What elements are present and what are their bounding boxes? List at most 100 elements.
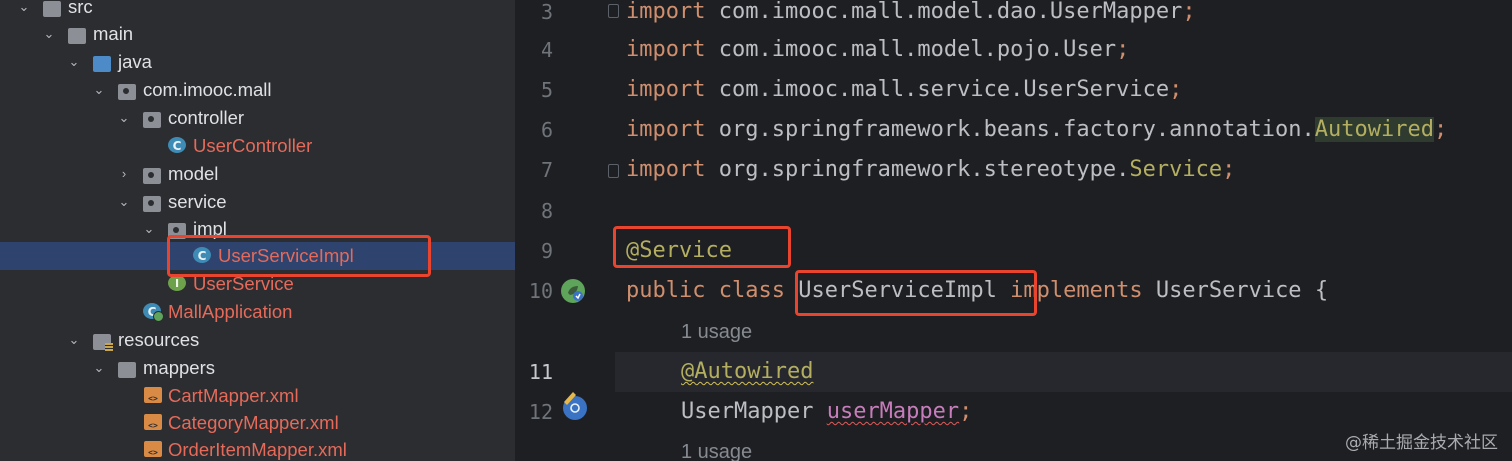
package-icon (143, 196, 161, 212)
field-name: userMapper (826, 399, 960, 424)
class-icon: C (168, 137, 186, 153)
xml-file-icon: <> (144, 387, 162, 403)
source-folder-icon (93, 56, 111, 72)
keyword-import: import (626, 157, 706, 182)
code-line-12[interactable]: UserMapper userMapper; (681, 392, 972, 432)
folder-icon (68, 28, 86, 44)
tree-item-label: CategoryMapper.xml (168, 412, 339, 433)
code-line-11[interactable]: @Autowired (681, 352, 813, 392)
open-brace: { (1314, 278, 1329, 303)
fold-marker-icon[interactable] (608, 4, 619, 18)
semicolon: ; (1116, 37, 1130, 62)
chevron-down-icon[interactable]: ⌄ (116, 104, 132, 132)
usage-hint[interactable]: 1 usage (681, 312, 752, 352)
tree-item-controller[interactable]: ⌄ controller (0, 104, 515, 132)
tree-item-label: model (168, 163, 219, 184)
xml-file-icon: <> (144, 414, 162, 430)
semicolon: ; (1433, 117, 1448, 142)
line-number: 3 (540, 0, 553, 24)
import-path: org.springframework.stereotype. (718, 157, 1130, 182)
tree-item-mappers[interactable]: ⌄ mappers (0, 354, 515, 382)
injection-icon (564, 392, 586, 419)
line-number: 6 (540, 118, 553, 142)
tree-item-main[interactable]: ⌄ main (0, 20, 515, 48)
tree-item-label: controller (168, 107, 245, 128)
line-number: 9 (540, 239, 553, 263)
package-icon (118, 84, 136, 100)
annotation-highlight-box (613, 226, 791, 268)
package-icon (143, 112, 161, 128)
chevron-down-icon[interactable]: ⌄ (141, 215, 157, 243)
keyword-import: import (626, 37, 706, 62)
tree-item-model[interactable]: › model (0, 160, 515, 188)
code-line-6[interactable]: import org.springframework.beans.factory… (626, 110, 1447, 150)
annotation-autowired: @Autowired (681, 359, 814, 384)
keyword-import: import (626, 77, 706, 102)
semicolon: ; (1182, 0, 1196, 24)
line-number: 4 (540, 38, 553, 62)
chevron-down-icon[interactable]: ⌄ (41, 20, 57, 48)
folder-icon (43, 1, 61, 17)
semicolon: ; (959, 399, 973, 424)
tree-item-label: UserController (193, 135, 313, 156)
field-type: UserMapper (681, 399, 814, 424)
chevron-down-icon[interactable]: ⌄ (66, 48, 82, 76)
code-line-5[interactable]: import com.imooc.mall.service.UserServic… (626, 70, 1182, 110)
code-line-4[interactable]: import com.imooc.mall.model.pojo.User; (626, 30, 1129, 70)
line-number: 10 (528, 279, 553, 303)
chevron-down-icon[interactable]: ⌄ (91, 76, 107, 104)
tree-item-src[interactable]: ⌄ src (0, 0, 515, 21)
xml-file-icon: <> (144, 441, 162, 457)
keyword-import: import (626, 0, 706, 24)
code-line-7[interactable]: import org.springframework.stereotype.Se… (626, 150, 1235, 190)
chevron-down-icon[interactable]: ⌄ (66, 326, 82, 354)
autowired-gutter-icon[interactable] (563, 392, 587, 420)
keyword-public: public (626, 278, 706, 303)
tree-item-label: java (118, 51, 152, 72)
package-icon (143, 168, 161, 184)
tree-item-label: CartMapper.xml (168, 385, 299, 406)
tree-item-java[interactable]: ⌄ java (0, 48, 515, 76)
spring-bean-gutter-icon[interactable] (561, 279, 585, 303)
usage-hint[interactable]: 1 usage (681, 432, 752, 461)
import-path: org.springframework.beans.factory.annota… (718, 117, 1315, 142)
tree-item-label: resources (118, 329, 200, 350)
semicolon: ; (1169, 77, 1183, 102)
tree-item-cartmapper-xml[interactable]: <> CartMapper.xml (0, 382, 515, 410)
chevron-down-icon[interactable]: ⌄ (116, 188, 132, 216)
tree-item-com-imooc-mall[interactable]: ⌄ com.imooc.mall (0, 76, 515, 104)
keyword-class: class (718, 278, 785, 303)
watermark-text: @稀土掘金技术社区 (1345, 433, 1498, 453)
editor-gutter: 3 4 5 6 7 8 9 10 11 12 (515, 0, 619, 461)
line-number: 8 (540, 199, 553, 223)
tree-item-mallapplication[interactable]: C MallApplication (0, 298, 515, 326)
line-number: 5 (540, 78, 553, 102)
chevron-down-icon[interactable]: ⌄ (16, 0, 32, 21)
classname-highlight-box (795, 270, 1037, 316)
chevron-down-icon[interactable]: ⌄ (91, 354, 107, 382)
tree-item-orderitemmapper-xml[interactable]: <> OrderItemMapper.xml (0, 436, 515, 461)
resources-folder-icon (93, 334, 113, 352)
tree-item-label: com.imooc.mall (143, 79, 272, 100)
chevron-right-icon[interactable]: › (116, 160, 132, 188)
fold-marker-icon[interactable] (608, 164, 619, 178)
project-tree-panel: ⌄ src ⌄ main ⌄ java ⌄ com.imooc.mall ⌄ c… (0, 0, 515, 461)
interface-icon: I (168, 275, 186, 291)
tree-item-resources[interactable]: ⌄ resources (0, 326, 515, 354)
tree-item-label: main (93, 23, 134, 44)
line-number: 7 (540, 158, 553, 182)
spring-leaf-icon (562, 280, 584, 302)
keyword-import: import (626, 117, 706, 142)
folder-icon (118, 362, 136, 378)
line-number: 11 (528, 360, 553, 384)
tree-item-label: src (68, 0, 93, 17)
code-editor[interactable]: 3 4 5 6 7 8 9 10 11 12 import com.imooc.… (515, 0, 1512, 461)
spring-boot-app-icon: C (143, 303, 164, 322)
line-number: 12 (528, 400, 553, 424)
tree-item-categorymapper-xml[interactable]: <> CategoryMapper.xml (0, 409, 515, 437)
tree-item-usercontroller[interactable]: C UserController (0, 132, 515, 160)
tree-item-service[interactable]: ⌄ service (0, 188, 515, 216)
import-path: com.imooc.mall.model.pojo.User (718, 37, 1117, 62)
import-class-autowired: Autowired (1314, 117, 1434, 142)
code-line-3[interactable]: import com.imooc.mall.model.dao.UserMapp… (626, 0, 1196, 32)
